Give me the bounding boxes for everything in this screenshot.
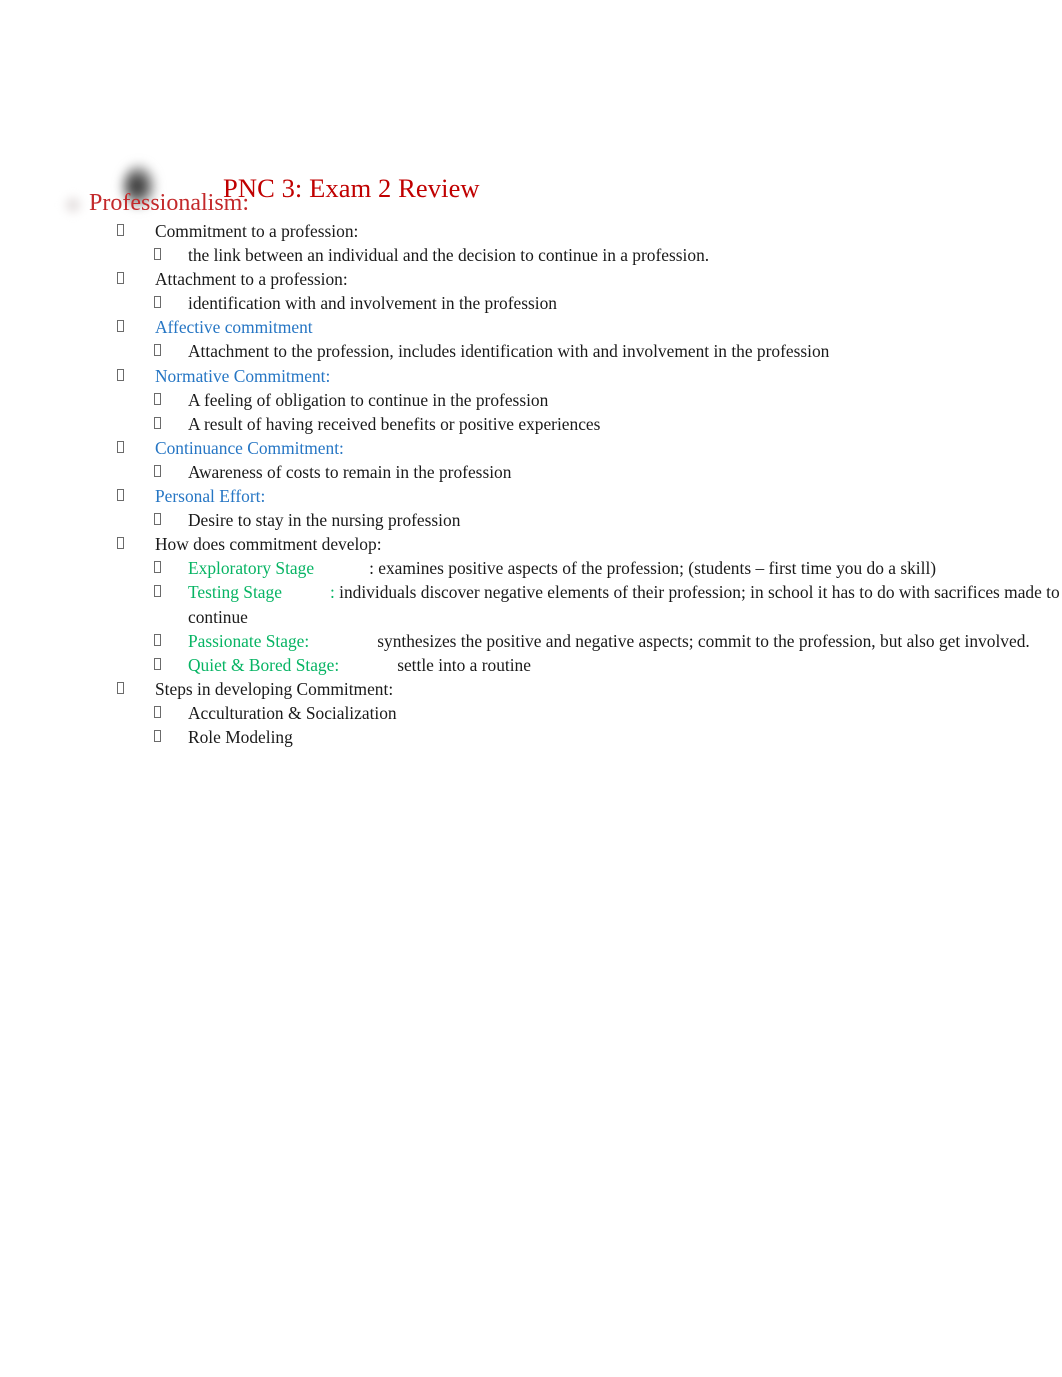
list-bullet-icon (117, 219, 127, 236)
section-heading-bullet-icon (58, 190, 88, 220)
list-bullet-icon (117, 315, 127, 333)
list-item-label: Quiet & Bored Stage: (188, 654, 340, 675)
list-item-text: Affective commitment (155, 317, 313, 338)
list-bullet-icon (154, 580, 164, 598)
list-item: A result of having received benefits or … (0, 412, 1062, 436)
list-item: Acculturation & Socialization (0, 701, 1062, 725)
list-item: Quiet & Bored Stage: settle into a routin… (0, 653, 1062, 677)
list-bullet-icon (154, 460, 164, 477)
list-bullet-icon (154, 291, 164, 309)
list-bullet-icon (154, 556, 164, 574)
list-item-text: synthesizes the positive and negative as… (377, 630, 1030, 651)
list-item-text: Continuance Commitment: (155, 437, 344, 458)
list-item: Affective commitment (0, 315, 1062, 339)
list-item-text: Awareness of costs to remain in the prof… (188, 461, 512, 482)
list-item: Passionate Stage: synthesizes the positiv… (0, 629, 1062, 653)
list-item-text: Commitment to a profession: (155, 221, 359, 241)
list-item-text: How does commitment develop: (155, 534, 382, 555)
outline-list: Commitment to a profession: the link betw… (0, 219, 1062, 749)
list-item: How does commitment develop: (0, 532, 1062, 556)
list-item-label: Passionate Stage: (188, 630, 310, 651)
document-title-row: PNC 3: Exam 2 Review (0, 74, 1062, 208)
list-bullet-icon (117, 532, 127, 550)
list-bullet-icon (154, 725, 164, 742)
list-item: Steps in developing Commitment: (0, 677, 1062, 701)
list-item: Attachment to a profession: (0, 267, 1062, 291)
list-item-label: Exploratory Stage (188, 558, 315, 579)
list-item-text: Steps in developing Commitment: (155, 678, 394, 699)
list-item-text: Personal Effort: (155, 486, 266, 507)
list-item: Continuance Commitment: (0, 436, 1062, 460)
section-heading: Professionalism: (89, 190, 249, 216)
list-bullet-icon (154, 388, 164, 405)
list-item: Awareness of costs to remain in the prof… (0, 460, 1062, 484)
list-item-text: individuals discover negative elements o… (188, 582, 1060, 627)
list-bullet-icon (117, 267, 127, 285)
list-bullet-icon (117, 436, 127, 453)
list-item-text: Normative Commitment: (155, 365, 331, 386)
list-item: Normative Commitment: (0, 364, 1062, 388)
list-item: Testing Stage: individuals discover nega… (0, 580, 1062, 628)
list-bullet-icon (154, 701, 164, 718)
list-bullet-icon (154, 339, 164, 357)
list-item: identification with and involvement in t… (0, 291, 1062, 315)
list-bullet-icon (154, 508, 164, 526)
list-bullet-icon (154, 629, 164, 646)
list-item-text: identification with and involvement in t… (188, 293, 557, 314)
list-item-text: Desire to stay in the nursing profession (188, 510, 461, 531)
list-item-text: Role Modeling (188, 726, 293, 747)
list-bullet-icon (117, 677, 127, 694)
list-item-text: Acculturation & Socialization (188, 702, 397, 723)
list-item: Personal Effort: (0, 484, 1062, 508)
list-item: Attachment to the profession, includes i… (0, 339, 1062, 363)
list-bullet-icon (117, 484, 127, 502)
list-item-text: : examines positive aspects of the profe… (369, 558, 937, 579)
list-bullet-icon (154, 412, 164, 429)
list-item: Exploratory Stage : examines positive asp… (0, 556, 1062, 580)
list-item-text: Attachment to a profession: (155, 269, 348, 290)
list-bullet-icon (154, 653, 164, 670)
list-item-text: A feeling of obligation to continue in t… (188, 389, 549, 410)
list-item-text: Attachment to the profession, includes i… (188, 341, 830, 362)
list-bullet-icon (154, 243, 164, 261)
list-item: Commitment to a profession: (0, 219, 1062, 243)
list-item: A feeling of obligation to continue in t… (0, 388, 1062, 412)
list-item-label: Testing Stage (188, 582, 282, 603)
list-item: the link between an individual and the d… (0, 243, 1062, 267)
list-item-text: the link between an individual and the d… (188, 245, 710, 266)
list-bullet-icon (117, 364, 127, 381)
list-item-text: settle into a routine (397, 654, 531, 675)
page-title: PNC 3: Exam 2 Review (223, 173, 480, 203)
document-page: PNC 3: Exam 2 Review Professionalism: Co… (0, 0, 1062, 1377)
list-item: Role Modeling (0, 725, 1062, 749)
list-item: Desire to stay in the nursing profession (0, 508, 1062, 532)
list-item-text: A result of having received benefits or … (188, 413, 601, 434)
